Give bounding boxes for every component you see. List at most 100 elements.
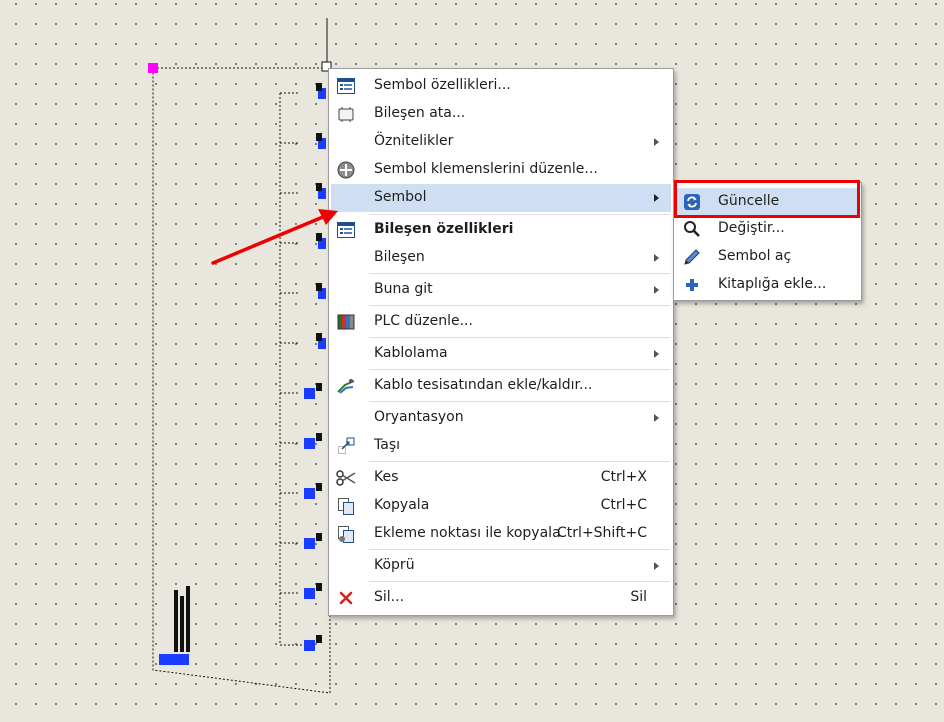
plus-icon	[682, 276, 702, 294]
submenu-item-add-to-library[interactable]: Kitaplığa ekle...	[676, 272, 859, 298]
menu-item-label: Ekleme noktası ile kopyala	[374, 525, 561, 541]
shortcut-label: Ctrl+Shift+C	[557, 525, 647, 541]
move-icon	[336, 437, 356, 455]
menu-item-label: Değiştir...	[718, 220, 785, 236]
symbol-vertical-text	[174, 586, 190, 652]
terminal-pin[interactable]	[304, 640, 315, 651]
menu-item-component[interactable]: Bileşen	[331, 245, 671, 271]
terminal-pin[interactable]	[304, 538, 315, 549]
terminal-pin[interactable]	[304, 388, 315, 399]
submenu-item-open-symbol[interactable]: Sembol aç	[676, 244, 859, 270]
chevron-right-icon	[654, 194, 659, 202]
menu-item-harness-add-remove[interactable]: Kablo tesisatından ekle/kaldır...	[331, 373, 671, 399]
menu-item-bridge[interactable]: Köprü	[331, 553, 671, 579]
copy-icon	[336, 497, 356, 515]
grip-magenta[interactable]	[148, 63, 158, 73]
menu-item-label: Oryantasyon	[374, 409, 464, 425]
terminal-marks	[280, 83, 326, 651]
menu-separator	[369, 214, 670, 215]
menu-item-edit-plc[interactable]: PLC düzenle...	[331, 309, 671, 335]
menu-item-symbol-properties[interactable]: Sembol özellikleri...	[331, 73, 671, 99]
terminal-plus-icon	[336, 161, 356, 179]
harness-icon	[336, 377, 356, 395]
terminal-label-mark	[316, 283, 322, 291]
menu-separator	[369, 461, 670, 462]
scissors-icon	[336, 469, 356, 487]
pencil-icon	[682, 248, 702, 266]
chevron-right-icon	[654, 562, 659, 570]
annotation-highlight-box	[674, 180, 860, 218]
terminal-label-mark	[316, 133, 322, 141]
copy-insert-point-icon	[336, 525, 356, 543]
menu-item-label: PLC düzenle...	[374, 313, 473, 329]
menu-item-label: Köprü	[374, 557, 415, 573]
menu-item-cut[interactable]: Kes Ctrl+X	[331, 465, 671, 491]
terminal-label-mark	[316, 433, 322, 441]
menu-item-label: Sil...	[374, 589, 405, 605]
chevron-right-icon	[654, 254, 659, 262]
menu-item-delete[interactable]: Sil... Sil	[331, 585, 671, 611]
terminal-label-mark	[316, 583, 322, 591]
menu-separator	[369, 549, 670, 550]
plc-modules-icon	[336, 313, 356, 331]
menu-item-copy-with-insert-point[interactable]: Ekleme noktası ile kopyala Ctrl+Shift+C	[331, 521, 671, 547]
menu-item-label: Kablo tesisatından ekle/kaldır...	[374, 377, 593, 393]
terminal-label-mark	[316, 233, 322, 241]
shortcut-label: Ctrl+X	[600, 469, 647, 485]
terminal-pin[interactable]	[304, 588, 315, 599]
menu-item-go-to[interactable]: Buna git	[331, 277, 671, 303]
menu-item-assign-component[interactable]: Bileşen ata...	[331, 101, 671, 127]
menu-separator	[369, 401, 670, 402]
terminal-label-mark	[316, 183, 322, 191]
base-terminal[interactable]	[159, 654, 189, 665]
menu-item-label: Sembol özellikleri...	[374, 77, 511, 93]
menu-item-cabling[interactable]: Kablolama	[331, 341, 671, 367]
menu-item-edit-symbol-terminals[interactable]: Sembol klemenslerini düzenle...	[331, 157, 671, 183]
chevron-right-icon	[654, 414, 659, 422]
delete-x-icon	[336, 589, 356, 607]
chevron-right-icon	[654, 350, 659, 358]
menu-item-label: Sembol	[374, 189, 427, 205]
chevron-right-icon	[654, 286, 659, 294]
shortcut-label: Sil	[630, 589, 647, 605]
menu-item-copy[interactable]: Kopyala Ctrl+C	[331, 493, 671, 519]
menu-item-label: Kes	[374, 469, 399, 485]
menu-item-attributes[interactable]: Öznitelikler	[331, 129, 671, 155]
properties-list-icon	[336, 221, 356, 239]
menu-item-orientation[interactable]: Oryantasyon	[331, 405, 671, 431]
menu-item-label: Kitaplığa ekle...	[718, 276, 827, 292]
menu-item-move[interactable]: Taşı	[331, 433, 671, 459]
magnifier-icon	[682, 220, 702, 238]
terminal-label-mark	[316, 383, 322, 391]
terminal-label-mark	[316, 333, 322, 341]
terminal-label-mark	[316, 83, 322, 91]
context-menu: Sembol özellikleri... Bileşen ata... Özn…	[328, 68, 674, 616]
menu-item-label: Buna git	[374, 281, 433, 297]
menu-separator	[369, 305, 670, 306]
component-box-icon	[336, 105, 356, 123]
terminal-rows[interactable]	[279, 93, 305, 646]
menu-item-label: Sembol aç	[718, 248, 792, 264]
symbol-outline[interactable]	[152, 67, 331, 694]
menu-separator	[369, 273, 670, 274]
menu-item-label: Sembol klemenslerini düzenle...	[374, 161, 598, 177]
chevron-right-icon	[654, 138, 659, 146]
menu-item-label: Bileşen	[374, 249, 425, 265]
menu-item-label: Öznitelikler	[374, 133, 454, 149]
menu-item-component-properties[interactable]: Bileşen özellikleri	[331, 217, 671, 243]
submenu-item-change[interactable]: Değiştir...	[676, 216, 859, 242]
terminal-label-mark	[316, 483, 322, 491]
menu-item-symbol[interactable]: Sembol	[331, 184, 671, 212]
menu-separator	[369, 337, 670, 338]
menu-item-label: Kopyala	[374, 497, 430, 513]
menu-item-label: Bileşen ata...	[374, 105, 466, 121]
menu-separator	[369, 581, 670, 582]
terminal-pin[interactable]	[304, 488, 315, 499]
menu-separator	[369, 369, 670, 370]
menu-item-label: Bileşen özellikleri	[374, 221, 514, 237]
menu-item-label: Kablolama	[374, 345, 448, 361]
terminal-pin[interactable]	[304, 438, 315, 449]
terminal-label-mark	[316, 533, 322, 541]
menu-item-label: Taşı	[374, 437, 400, 453]
properties-list-icon	[336, 77, 356, 95]
